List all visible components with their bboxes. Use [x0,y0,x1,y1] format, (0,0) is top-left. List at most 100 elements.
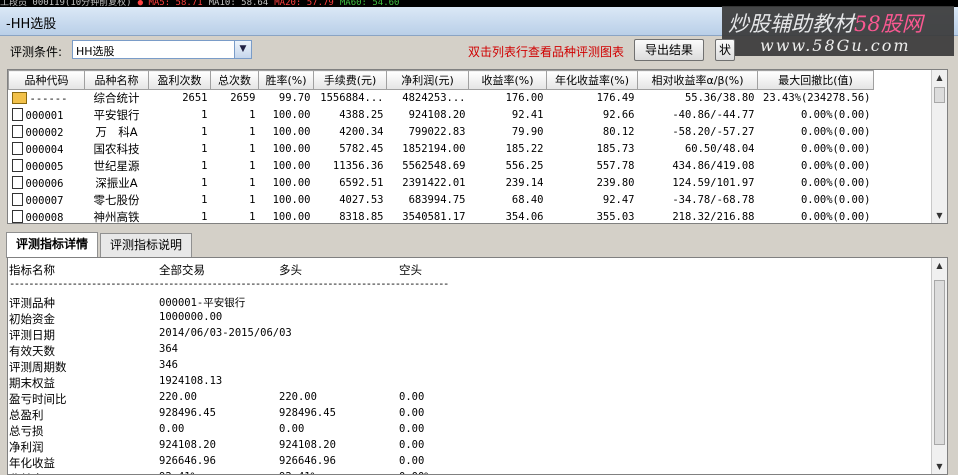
table-cell: 0.00%(0.00) [757,174,874,192]
column-header[interactable]: 盈利次数 [148,70,211,90]
metric-value: 928496.45 [279,407,336,419]
table-row[interactable]: 000007 零七股份 1 1 100.00 4027.53 683994.75 68.40 9… [8,191,874,209]
criteria-value: HH选股 [76,45,115,58]
column-header[interactable]: 年化收益率(%) [546,70,638,90]
table-cell: 92.47 [546,191,638,209]
table-cell: 4027.53 [313,191,387,209]
table-cell: 23.43%(234278.56) [757,89,874,107]
tab-metric-description[interactable]: 评测指标说明 [100,233,192,257]
table-row[interactable]: 000008 神州高铁 1 1 100.00 8318.85 3540581.17 354.0… [8,208,874,223]
tab-metric-details[interactable]: 评测指标详情 [6,232,98,258]
column-header[interactable]: 收益率(%) [468,70,547,90]
table-cell: 100.00 [258,140,314,158]
document-icon [11,142,23,155]
stock-code: 000001 [25,110,64,122]
table-cell: 0.00%(0.00) [757,123,874,141]
table-cell: 1 [210,174,259,192]
table-row[interactable]: 000004 国农科技 1 1 100.00 5782.45 1852194.00 185.2… [8,140,874,158]
metric-value: 92.41% [159,471,197,474]
column-header[interactable]: 总次数 [210,70,259,90]
metric-value: 000001-平安银行 [159,297,246,309]
detail-panel[interactable]: 指标名称 全部交易 多头 空头 ------------------------… [7,257,948,475]
table-cell: 国农科技 [84,140,149,158]
table-cell: 1 [210,123,259,141]
metric-value: 0.00 [399,423,425,435]
table-cell: 100.00 [258,123,314,141]
detail-vertical-scrollbar[interactable]: ▲ ▼ [931,258,947,474]
table-cell: 5782.45 [313,140,387,158]
table-cell: 218.32/216.88 [637,208,758,223]
metric-name: 初始资金 [9,312,55,326]
table-row[interactable]: 000005 世纪星源 1 1 100.00 11356.36 5562548.69 556.… [8,157,874,175]
table-cell: 799022.83 [386,123,469,141]
document-icon [11,193,23,206]
export-results-button[interactable]: 导出结果 [634,39,704,61]
table-cell: -34.78/-68.78 [637,191,758,209]
detail-header-all: 全部交易 [159,263,205,277]
table-cell: 100.00 [258,191,314,209]
metric-name: 有效天数 [9,344,55,358]
metric-value: 0.00% [399,471,431,474]
column-header[interactable]: 相对收益率α/β(%) [637,70,758,90]
watermark-text: 炒股辅助教材 [728,12,854,36]
table-cell: 2391422.01 [386,174,469,192]
scroll-thumb[interactable] [934,280,945,445]
table-cell: 深振业A [84,174,149,192]
table-row[interactable]: 000006 深振业A 1 1 100.00 6592.51 2391422.01 239.1… [8,174,874,192]
scroll-thumb[interactable] [934,87,945,103]
column-header[interactable]: 胜率(%) [258,70,314,90]
metric-value: 220.00 [159,391,197,403]
metric-name: 净利润 [9,440,44,454]
metric-name: 评测日期 [9,328,55,342]
metric-value: 928496.45 [159,407,216,419]
detail-header-short: 空头 [399,263,422,277]
column-header[interactable]: 品种代码 [8,70,85,90]
scroll-up-icon[interactable]: ▲ [932,258,947,273]
metric-value: 924108.20 [279,439,336,451]
table-cell: 综合统计 [84,89,149,107]
column-header[interactable]: 最大回撤比(值) [757,70,874,90]
table-cell: 100.00 [258,174,314,192]
table-cell: 185.22 [468,140,547,158]
column-header[interactable]: 手续费(元) [313,70,387,90]
column-header[interactable]: 品种名称 [84,70,149,90]
metric-name: 总亏损 [9,424,44,438]
more-button[interactable]: 状 [715,39,735,61]
metric-value: 1000000.00 [159,311,223,323]
metric-value: 0.00 [399,391,425,403]
table-vertical-scrollbar[interactable]: ▲ ▼ [931,70,947,223]
metric-name: 收益率 [9,471,44,474]
table-cell: 零七股份 [84,191,149,209]
table-row[interactable]: 000002 万 科A 1 1 100.00 4200.34 799022.83 79.90 8… [8,123,874,141]
ticker-item: MA10: 58.64 [208,0,269,7]
table-cell: 世纪星源 [84,157,149,175]
hint-text: 双击列表行查看品种评测图表 [468,45,625,59]
table-cell: 0.00%(0.00) [757,157,874,175]
watermark-highlight: 58股网 [854,12,923,36]
table-cell: -58.20/-57.27 [637,123,758,141]
table-cell: 924108.20 [386,106,469,124]
table-cell: 000008 [8,208,85,223]
criteria-select[interactable]: HH选股 ▼ [72,40,252,59]
table-cell: 176.00 [468,89,547,107]
table-cell: 55.36/38.80 [637,89,758,107]
metric-value: 0.00 [159,423,185,435]
table-cell: 239.14 [468,174,547,192]
table-row[interactable]: ------ 综合统计 2651 2659 99.70 1556884... 4824253… [8,89,874,107]
metric-value: 926646.96 [159,455,216,467]
window-title: -HH选股 [6,17,57,32]
results-table[interactable]: 品种代码 品种名称 盈利次数 总次数 胜率(%) 手续费(元) 净利润(元) 收益率(%) 年化… [7,69,948,224]
column-header[interactable]: 净利润(元) [386,70,469,90]
watermark-url: www.58Gu.com [760,36,911,55]
scroll-down-icon[interactable]: ▼ [932,208,947,223]
table-row[interactable]: 000001 平安银行 1 1 100.00 4388.25 924108.20 92.41 9… [8,106,874,124]
metric-name: 期末权益 [9,376,55,390]
scroll-up-icon[interactable]: ▲ [932,70,947,85]
site-watermark: 炒股辅助教材58股网 www.58Gu.com [722,6,954,56]
table-cell: 0.00%(0.00) [757,140,874,158]
stock-code: 000002 [25,127,64,139]
table-cell: 2651 [148,89,211,107]
table-cell: 0.00%(0.00) [757,191,874,209]
scroll-down-icon[interactable]: ▼ [932,459,947,474]
chevron-down-icon[interactable]: ▼ [234,41,251,58]
